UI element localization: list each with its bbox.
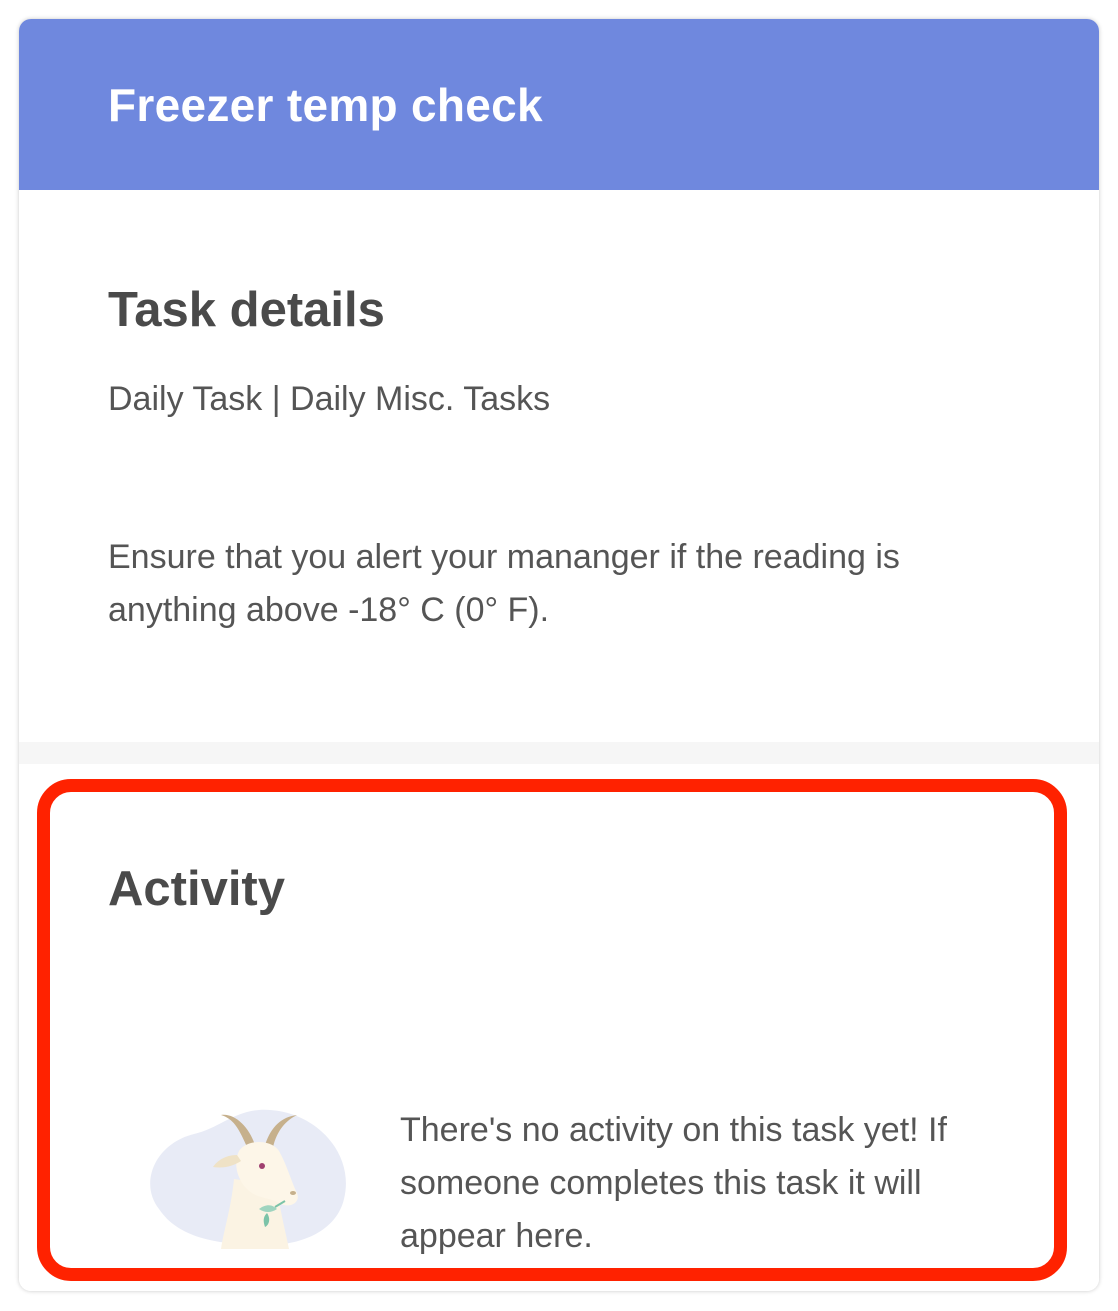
task-title: Freezer temp check bbox=[108, 79, 543, 131]
task-meta: Daily Task | Daily Misc. Tasks bbox=[108, 380, 551, 418]
task-card: Freezer temp check Task details Daily Ta… bbox=[19, 19, 1099, 1291]
task-details-heading: Task details bbox=[108, 283, 385, 337]
task-header: Freezer temp check bbox=[19, 19, 1099, 190]
task-details-section: Task details Daily Task | Daily Misc. Ta… bbox=[19, 190, 1099, 742]
goat-illustration-icon bbox=[139, 1089, 354, 1249]
empty-activity-message: There's no activity on this task yet! If… bbox=[400, 1111, 947, 1255]
activity-heading: Activity bbox=[108, 862, 286, 916]
activity-section: Activity There's no activity on this tas… bbox=[19, 764, 1099, 1291]
section-divider bbox=[19, 742, 1099, 764]
task-description: Ensure that you alert your mananger if t… bbox=[108, 538, 900, 629]
